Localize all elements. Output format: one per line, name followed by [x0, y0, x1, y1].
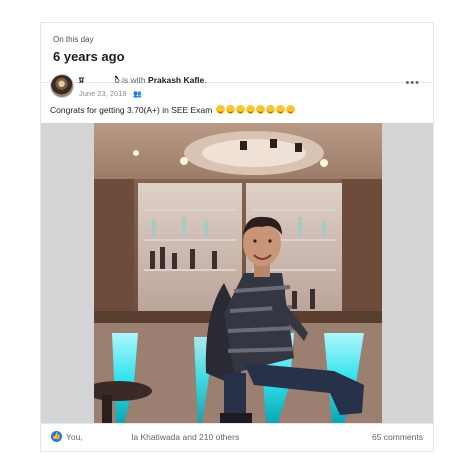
tag-period: .	[204, 75, 207, 85]
post-date[interactable]: June 23, 2018	[79, 89, 127, 98]
meta-separator: ·	[128, 89, 132, 98]
caption-text: Congrats for getting 3.70(A+) in SEE Exa…	[50, 105, 213, 115]
reaction-you: You,	[66, 432, 83, 442]
friends-icon: 👥	[133, 91, 142, 98]
photo-image	[94, 123, 382, 423]
reaction-others: la Khatiwada and 210 others	[131, 432, 240, 442]
grin-emoji-icon	[255, 105, 265, 114]
divider	[41, 423, 433, 424]
author-line: प्र ै is with Prakash Kafle.	[79, 75, 207, 86]
grin-emoji-icon	[285, 105, 295, 114]
grin-emoji-icon	[225, 105, 235, 114]
grin-emoji-icon	[235, 105, 245, 114]
grin-emoji-icon	[245, 105, 255, 114]
tagged-person-link[interactable]: Prakash Kafle	[148, 75, 204, 85]
post-meta: June 23, 2018 · 👥	[79, 89, 142, 98]
reactions-summary[interactable]: You, la Khatiwada and 210 others	[66, 432, 239, 442]
photo-illustration	[94, 123, 382, 423]
author-name-end[interactable]: ै	[115, 75, 120, 85]
memory-card: On this day 6 years ago प्र ै is with Pr…	[40, 22, 434, 452]
author-avatar[interactable]	[50, 74, 74, 98]
grin-emoji-icon	[215, 105, 225, 114]
comments-count[interactable]: 65 comments	[372, 432, 423, 442]
author-name-start[interactable]: प्र	[79, 75, 84, 85]
memory-header: On this day 6 years ago	[53, 35, 125, 64]
more-options-button[interactable]: •••	[405, 77, 420, 89]
emoji-row	[215, 105, 295, 115]
memory-title: 6 years ago	[53, 49, 125, 64]
grin-emoji-icon	[275, 105, 285, 114]
with-text: is with	[122, 75, 146, 85]
like-icon[interactable]: 👍	[51, 431, 62, 442]
grin-emoji-icon	[265, 105, 275, 114]
memory-kicker: On this day	[53, 35, 94, 44]
post-photo[interactable]	[41, 123, 433, 423]
post-caption: Congrats for getting 3.70(A+) in SEE Exa…	[50, 105, 295, 115]
